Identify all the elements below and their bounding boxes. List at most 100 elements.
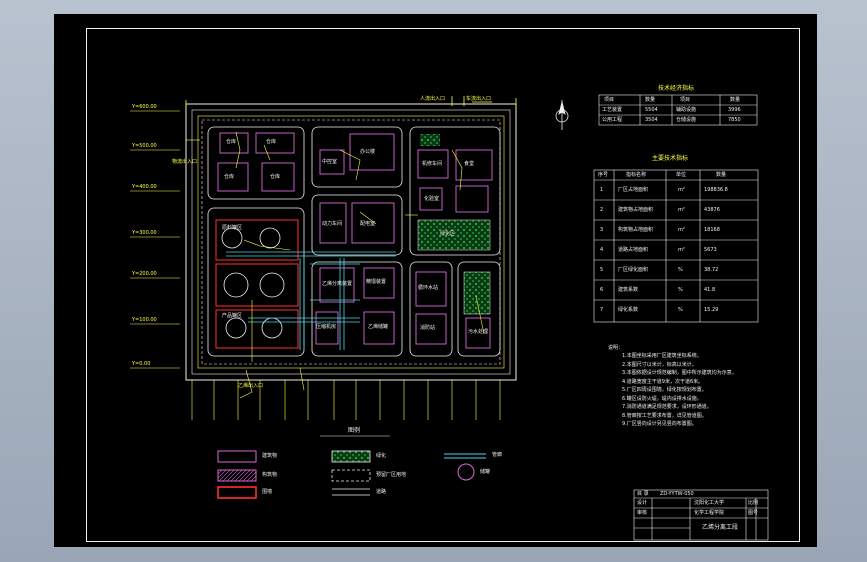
table2-cell: 3: [600, 227, 604, 233]
table1-header: 项目: [604, 97, 615, 103]
titleblock-sheet: 图号: [748, 510, 759, 516]
note-line: 6.罐区设防火堤，堤内设排水设施。: [622, 395, 702, 402]
building-label: 循环水站: [418, 285, 439, 291]
note-line: 3.本图依据设计规范编制，图中所示建筑均为示意。: [622, 370, 737, 376]
building-label: 办公楼: [360, 149, 376, 155]
note-line: 1.本图坐标采用厂区建筑坐标系统。: [622, 353, 702, 359]
building-label: 配电室: [360, 221, 376, 227]
y-label: Y=200.00: [132, 271, 157, 277]
legend-label: 构筑物: [262, 472, 278, 478]
building-label: 化验室: [424, 196, 440, 202]
legend-label: 储罐: [480, 469, 491, 475]
note-line: 9.厂区竖向设计另见竖向布置图。: [622, 421, 697, 427]
y-label: Y=400.00: [132, 184, 157, 190]
table2-cell: %: [678, 287, 683, 293]
table2-cell: m²: [678, 187, 685, 193]
building-label: 产品罐区: [222, 313, 243, 319]
table2-cell: 1: [600, 187, 604, 193]
table2-cell: 5673: [704, 247, 717, 253]
note-line: 8.管廊按工艺要求布置，详见管道图。: [622, 412, 707, 419]
titleblock-dept: 化学工程学院: [694, 510, 725, 516]
legend-label: 预留厂区用地: [376, 472, 407, 478]
legend-graphics: [217, 435, 486, 499]
annotation-lines: [186, 131, 485, 399]
table2-cell: 15.29: [704, 307, 719, 313]
tank-farm: [215, 219, 299, 349]
y-label: Y=300.00: [132, 230, 157, 236]
note-line: 5.厂区四周设围墙，绿化按规划布置。: [622, 387, 707, 393]
table2-cell: 43876: [704, 207, 720, 213]
building-label: 仓库: [270, 174, 281, 180]
table1-header: 数量: [645, 97, 656, 103]
titleblock-checked: 审核: [637, 510, 648, 516]
table2-cell: m²: [678, 207, 685, 213]
table2-cell: 建筑物占地面积: [618, 207, 654, 213]
table2-cell: m²: [678, 227, 685, 233]
building-label: 污水处理: [468, 329, 489, 335]
table2-cell: 38.72: [704, 267, 719, 273]
titleblock-name: 乙烯分离工段: [702, 524, 739, 531]
table2-cell: 建筑系数: [618, 287, 639, 293]
legend-label: 建筑物: [262, 453, 278, 459]
table1-cell: 仓储设施: [676, 117, 697, 123]
table2-cell: 2: [600, 207, 604, 213]
building-label: 动力车间: [322, 221, 343, 227]
table1-header: 项目: [680, 97, 691, 103]
y-label: Y=0.00: [132, 361, 151, 367]
north-arrow-icon: [555, 100, 569, 130]
note-line: 4.道路宽度主干道9米，次干道6米。: [622, 378, 704, 385]
table2-cell: 18168: [704, 227, 720, 233]
legend-title: 图例: [348, 427, 361, 434]
note-line: 7.消防通道满足规范要求，设环形通道。: [622, 404, 712, 410]
table2-cell: m²: [678, 247, 685, 253]
table1-cell: 5504: [645, 107, 658, 113]
table2-title: 主要技术指标: [652, 155, 689, 162]
table2-cell: 198836.8: [704, 187, 728, 193]
titleblock-drawn: 设计: [637, 500, 648, 506]
building-label: 乙烯储罐: [368, 324, 389, 330]
gate-label: 乙烯出入口: [238, 383, 264, 389]
y-label: Y=100.00: [132, 317, 157, 323]
table1-cell: 公用工程: [602, 117, 623, 123]
table2-cell: 厂区占地面积: [618, 187, 649, 193]
titleblock-toprow: 目 录: [637, 491, 649, 497]
table1-cell: 3504: [645, 117, 658, 123]
building-label: 原料罐区: [222, 225, 243, 231]
table2-header: 数量: [716, 172, 727, 178]
building-label: 精馏装置: [366, 279, 387, 285]
table2-cell: %: [678, 267, 683, 273]
note-line: 2.本图尺寸以米计，标高以米计。: [622, 361, 697, 368]
table2-header: 序号: [598, 172, 609, 178]
table2-header: 单位: [676, 172, 687, 178]
site-plan: [130, 94, 769, 541]
building-label: 仓库: [266, 139, 277, 145]
legend-label: 管廊: [492, 452, 503, 458]
table2-cell: 5: [600, 267, 604, 273]
legend-label: 道路: [376, 489, 387, 495]
table1-cell: 3996: [728, 107, 741, 113]
gate-label: 物流出入口: [172, 159, 198, 165]
table1-header: 数量: [730, 97, 741, 103]
table2-cell: 6: [600, 287, 604, 293]
legend-label: 围墙: [262, 489, 273, 495]
table1-cell: 工艺装置: [602, 107, 623, 113]
notes-title: 说明：: [608, 345, 624, 351]
table2-header: 指标名称: [626, 172, 647, 178]
titleblock-scale: 比例: [748, 500, 759, 506]
building-label: 食堂: [464, 161, 475, 167]
building-label: 乙烯分离装置: [322, 281, 353, 287]
building-label: 压缩机房: [316, 324, 337, 330]
table1-cell: 7850: [728, 117, 741, 123]
y-label: Y=500.00: [132, 143, 157, 149]
table2-cell: 构筑物占地面积: [618, 227, 654, 233]
titleblock-code: ZD-YYTW-050: [660, 491, 694, 497]
building-label: 绿化区: [440, 231, 456, 237]
titleblock-school: 沈阳化工大学: [694, 500, 725, 506]
building-label: 机修车间: [422, 161, 443, 167]
gate-label: 车流出入口: [466, 96, 492, 102]
table2-cell: 7: [600, 307, 604, 313]
building-label: 仓库: [224, 174, 235, 180]
table2-cell: 4: [600, 247, 604, 253]
y-coordinate-lines: [130, 110, 180, 369]
table2-cell: 道路占地面积: [618, 247, 649, 253]
